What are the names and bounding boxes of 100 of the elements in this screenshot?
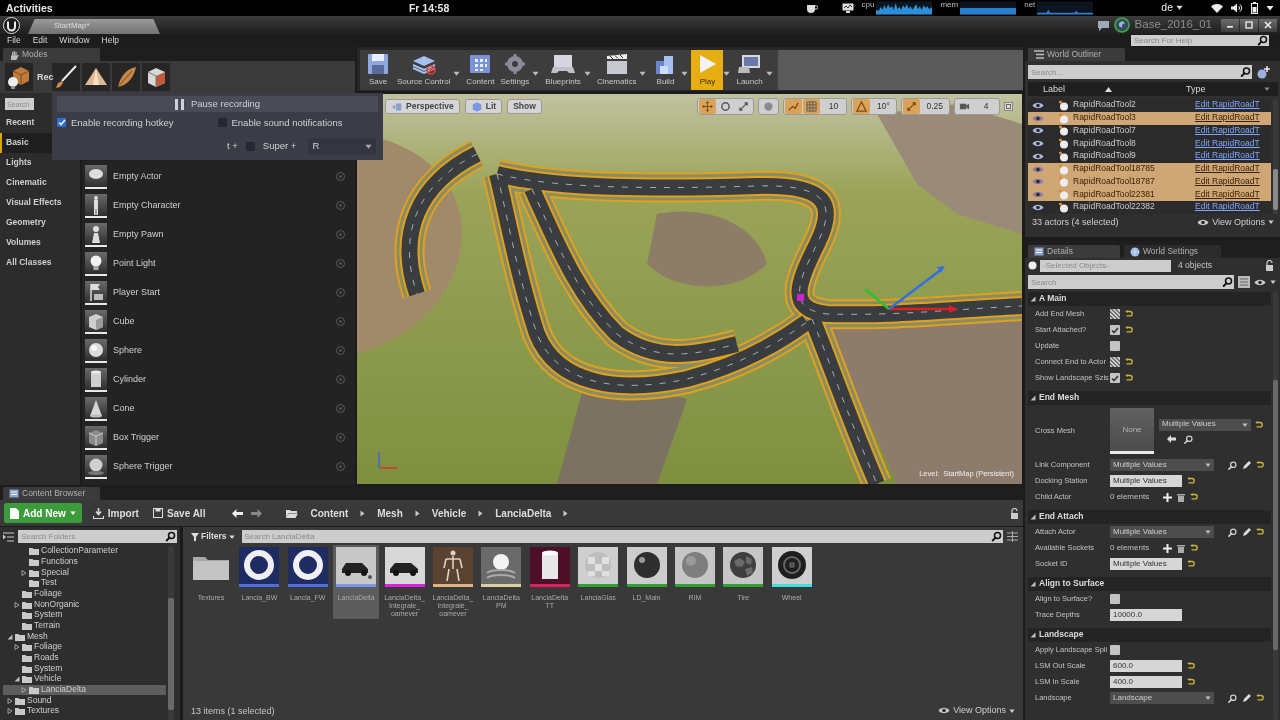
engine-logo-icon[interactable] <box>3 16 20 34</box>
scrollbar[interactable] <box>168 546 174 720</box>
folder-tree-item[interactable]: Test <box>3 577 166 589</box>
checkbox[interactable] <box>1110 373 1120 383</box>
toolbar-button[interactable]: Save <box>362 50 394 90</box>
toolbar-button[interactable]: Import <box>89 503 142 523</box>
path-segment[interactable]: Vehicle <box>427 507 471 519</box>
dot-circle-icon[interactable] <box>336 346 345 355</box>
search-icon[interactable] <box>1239 65 1252 79</box>
folder-tree-item[interactable]: Foliage <box>3 641 166 653</box>
expand-arrow-icon[interactable] <box>7 697 13 704</box>
lock-icon[interactable] <box>1010 507 1019 519</box>
dropdown-arrow-icon[interactable] <box>681 69 689 77</box>
dot-circle-icon[interactable] <box>336 288 345 297</box>
dropdown-arrow-icon[interactable] <box>639 69 647 77</box>
folder-tree-item[interactable]: NonOrganic <box>3 599 166 610</box>
move-icon[interactable] <box>702 101 714 112</box>
folder-tree-item[interactable]: Special <box>3 567 166 578</box>
trash-icon[interactable] <box>1177 543 1185 553</box>
box-icon[interactable] <box>141 63 170 91</box>
folder-tree-item[interactable]: Roads <box>3 652 166 664</box>
checkbox[interactable] <box>1110 341 1120 351</box>
checkbox[interactable] <box>1110 594 1120 604</box>
actor-list-item[interactable]: Sphere Trigger <box>82 452 355 481</box>
dot-circle-icon[interactable] <box>336 172 345 181</box>
value-dropdown[interactable]: Multiple Values <box>1110 526 1214 538</box>
actor-list-item[interactable]: Cone <box>82 394 355 423</box>
open-folder-icon[interactable] <box>286 508 299 518</box>
outliner-row[interactable]: RapidRoadTool22381 Edit RapidRoadT <box>1028 188 1271 201</box>
forward-arrow-icon[interactable] <box>251 508 263 518</box>
toolbar-button[interactable]: Play <box>691 50 724 90</box>
battery-icon[interactable] <box>1251 2 1258 14</box>
reset-arrow-icon[interactable] <box>1125 358 1133 366</box>
category-tab[interactable]: Geometry <box>0 213 80 233</box>
eye-icon[interactable] <box>1032 202 1044 212</box>
section-header[interactable]: End Mesh <box>1028 391 1271 405</box>
zigzag-icon[interactable] <box>788 101 800 112</box>
menu-item[interactable]: Help <box>101 35 120 46</box>
toolbar-button[interactable]: Build <box>649 50 682 90</box>
diagonal-arrow-icon[interactable] <box>906 101 918 112</box>
eye-icon[interactable] <box>1032 151 1044 161</box>
chevron-icon[interactable] <box>360 509 366 517</box>
search-icon[interactable] <box>1228 527 1237 537</box>
value-field[interactable]: 600.0 <box>1110 660 1182 672</box>
search-icon[interactable] <box>1228 693 1237 703</box>
reset-arrow-icon[interactable] <box>1256 461 1264 469</box>
reset-arrow-icon[interactable] <box>1190 493 1198 501</box>
actor-list-item[interactable]: Empty Actor <box>82 162 355 191</box>
section-header[interactable]: A Main <box>1028 292 1271 306</box>
path-segment[interactable]: Mesh <box>373 507 407 519</box>
monitor-icon[interactable] <box>841 3 854 13</box>
keyboard-layout-button[interactable]: de <box>1157 2 1187 14</box>
chevron-icon[interactable] <box>563 509 569 517</box>
toolbar-button[interactable]: Content <box>463 50 498 90</box>
category-tab[interactable]: All Classes <box>0 253 80 273</box>
section-header[interactable]: Align to Surface <box>1028 577 1271 591</box>
category-tab[interactable]: Cinematic <box>0 173 80 193</box>
folder-tree-item[interactable]: Functions <box>3 556 166 568</box>
dot-circle-icon[interactable] <box>336 404 345 413</box>
plus-icon[interactable] <box>1163 492 1172 502</box>
triangle-icon[interactable] <box>856 101 868 112</box>
outliner-tab[interactable]: World Outliner <box>1028 48 1125 61</box>
folder-tree-item[interactable]: System <box>3 663 166 674</box>
content-browser-tab[interactable]: Content Browser <box>3 487 100 500</box>
eye-icon[interactable] <box>1197 218 1210 227</box>
menu-item[interactable]: Window <box>59 35 90 46</box>
reset-arrow-icon[interactable] <box>1125 326 1133 334</box>
toolbar-button[interactable]: Launch <box>733 50 766 90</box>
wifi-icon[interactable] <box>1211 3 1223 13</box>
reset-arrow-icon[interactable] <box>1187 662 1195 670</box>
viewport-button[interactable]: Lit <box>464 99 503 114</box>
eye-icon[interactable] <box>1032 139 1044 149</box>
lock-icon[interactable] <box>1265 260 1274 271</box>
eye-icon[interactable] <box>1032 126 1044 136</box>
dropdown-arrow-icon[interactable] <box>765 69 773 77</box>
brush-icon[interactable] <box>51 63 80 91</box>
folder-tree-item[interactable]: Sound <box>3 695 166 706</box>
reset-arrow-icon[interactable] <box>1256 528 1264 536</box>
folder-tree-item[interactable]: Vehicle <box>3 673 166 685</box>
folder-tree-item[interactable]: CollectionParameter <box>3 546 166 557</box>
section-header[interactable]: End Attach <box>1028 510 1271 524</box>
expand-arrow-icon[interactable] <box>14 644 20 651</box>
value-field[interactable]: 10000.0 <box>1110 609 1182 621</box>
folder-tree-item[interactable]: System <box>3 609 166 621</box>
plus-circle-icon[interactable] <box>1256 65 1270 79</box>
speaker-icon[interactable] <box>1231 3 1243 13</box>
type-link[interactable]: Edit RapidRoadT <box>1195 151 1260 162</box>
pencil-icon[interactable] <box>1242 693 1251 703</box>
dot-circle-icon[interactable] <box>336 375 345 384</box>
plus-icon[interactable] <box>1163 543 1172 553</box>
outliner-row[interactable]: RapidRoadTool2 Edit RapidRoadT <box>1028 99 1271 112</box>
type-link[interactable]: Edit RapidRoadT <box>1195 202 1260 213</box>
type-link[interactable]: Edit RapidRoadT <box>1195 100 1260 111</box>
search-icon[interactable] <box>1228 460 1237 470</box>
toolbar-button[interactable]: Cinematics <box>593 50 640 90</box>
leaf-icon[interactable] <box>111 63 140 91</box>
view-options-button[interactable]: View Options <box>1197 217 1274 228</box>
type-link[interactable]: Edit RapidRoadT <box>1195 164 1260 174</box>
filters-button[interactable]: Filters <box>188 530 238 543</box>
column-header[interactable]: Type <box>1186 83 1206 95</box>
